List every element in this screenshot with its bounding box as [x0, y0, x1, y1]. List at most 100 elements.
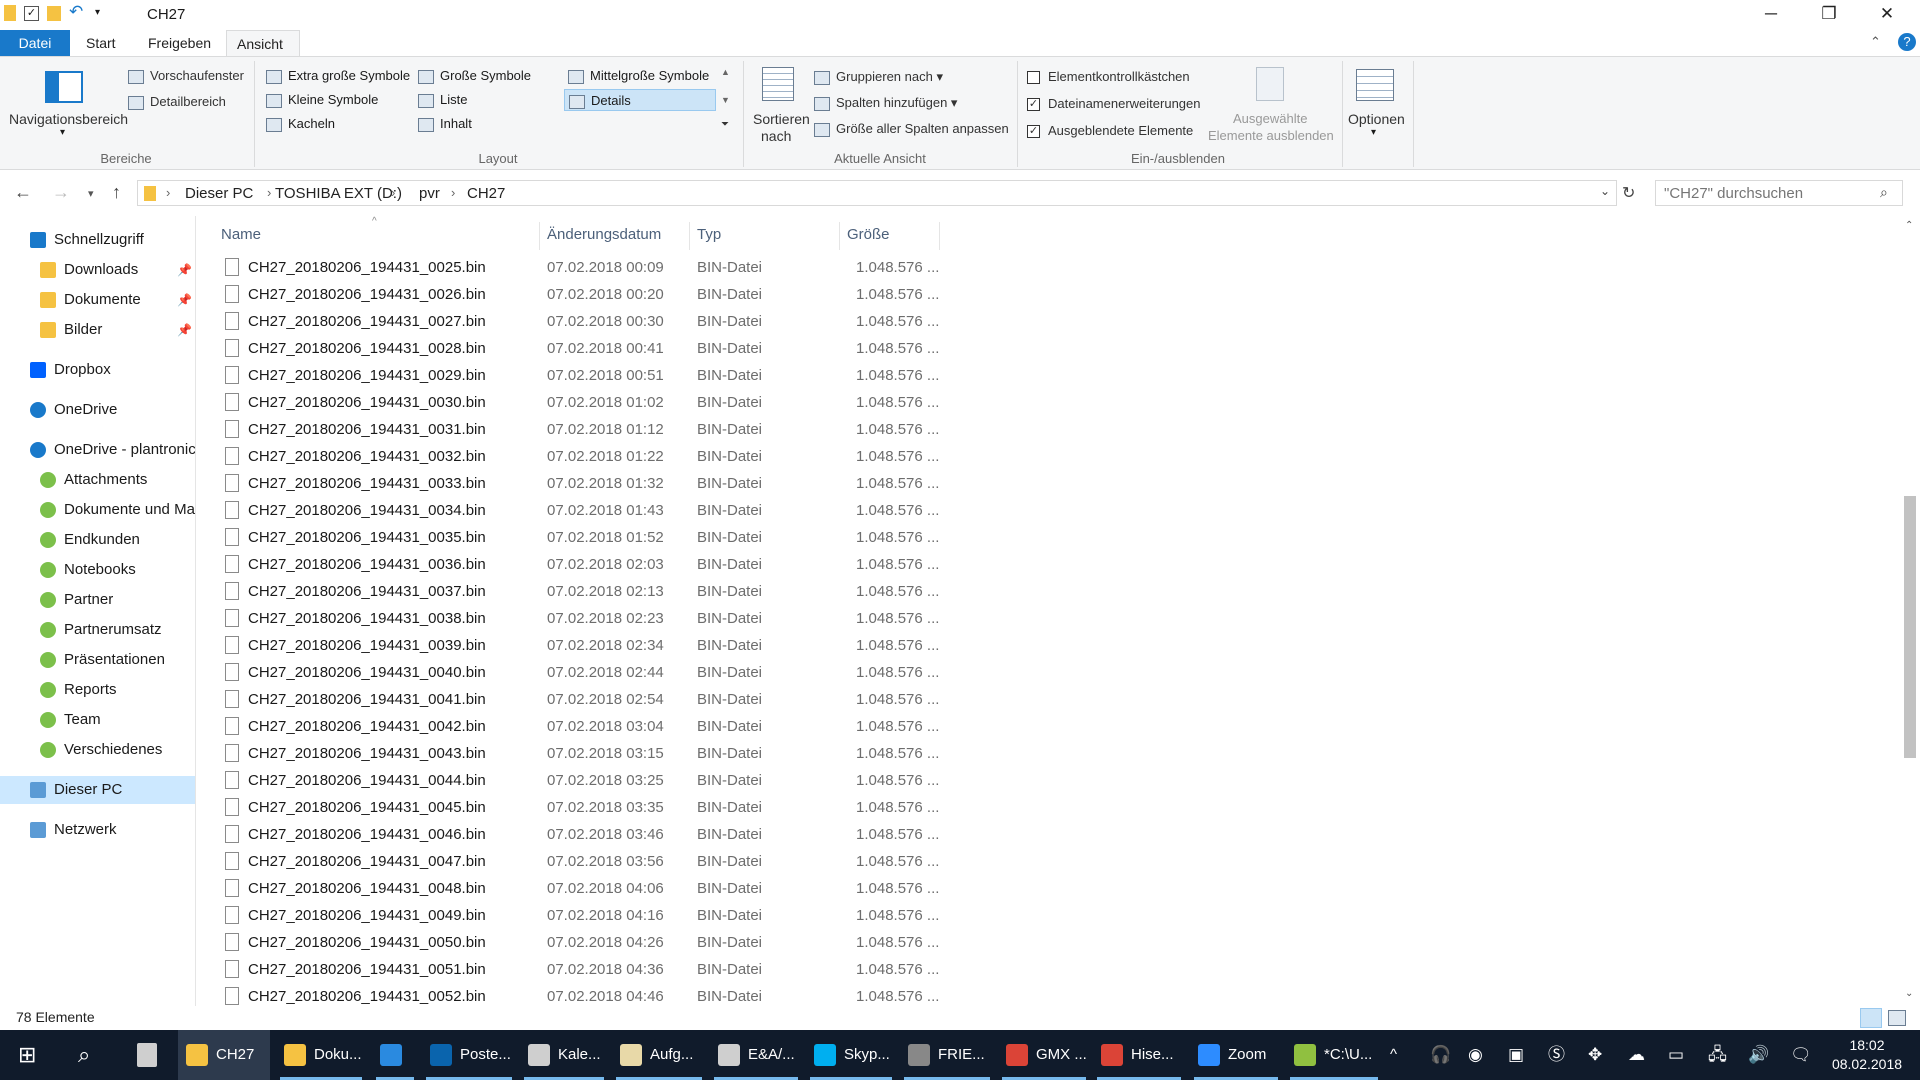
table-row[interactable]: CH27_20180206_194431_0041.bin 07.02.2018 …	[196, 686, 939, 713]
breadcrumb-ch27[interactable]: CH27	[467, 185, 505, 202]
column-header-name[interactable]: Name	[221, 221, 261, 249]
clock[interactable]: 18:02 08.02.2018	[1822, 1036, 1912, 1074]
taskbar-app-explorer-folder[interactable]: Doku...	[276, 1030, 366, 1080]
skype-tray-icon[interactable]: Ⓢ	[1548, 1030, 1565, 1080]
table-row[interactable]: CH27_20180206_194431_0036.bin 07.02.2018 …	[196, 551, 939, 578]
sidebar-item-verschiedenes[interactable]: Verschiedenes	[0, 736, 195, 764]
preview-pane-button[interactable]: Vorschaufenster	[128, 68, 244, 84]
sidebar-item-partner[interactable]: Partner	[0, 586, 195, 614]
item-checkboxes-toggle[interactable]: Elementkontrollkästchen	[1027, 69, 1190, 85]
headset-icon[interactable]: 🎧	[1430, 1030, 1451, 1080]
sidebar-item-attachments[interactable]: Attachments	[0, 466, 195, 494]
show-hidden-icons-icon[interactable]: ^	[1390, 1030, 1397, 1080]
taskbar-app-chrome[interactable]: Hise...	[1093, 1030, 1185, 1080]
layout-content[interactable]: Inhalt	[414, 113, 472, 135]
table-row[interactable]: CH27_20180206_194431_0027.bin 07.02.2018 …	[196, 308, 939, 335]
breadcrumb-dieser-pc[interactable]: Dieser PC	[185, 185, 253, 202]
new-folder-icon[interactable]	[47, 5, 61, 21]
table-row[interactable]: CH27_20180206_194431_0032.bin 07.02.2018 …	[196, 443, 939, 470]
column-separator[interactable]	[689, 222, 690, 250]
search-box[interactable]: ⌕	[1655, 180, 1903, 206]
group-by-button[interactable]: Gruppieren nach ▾	[814, 69, 943, 85]
windows-start-icon[interactable]: ⊞	[18, 1030, 36, 1080]
layout-medium-icons[interactable]: Mittelgroße Symbole	[564, 65, 709, 87]
forward-button[interactable]: →	[52, 182, 70, 203]
table-row[interactable]: CH27_20180206_194431_0042.bin 07.02.2018 …	[196, 713, 939, 740]
taskbar-app-chat-window[interactable]: FRIE...	[900, 1030, 994, 1080]
large-icons-view-icon[interactable]	[1888, 1010, 1906, 1026]
recent-locations-icon[interactable]: ▾	[88, 187, 94, 200]
taskbar-app-calendar[interactable]: Kale...	[520, 1030, 608, 1080]
sidebar-item-präsentationen[interactable]: Präsentationen	[0, 646, 195, 674]
table-row[interactable]: CH27_20180206_194431_0039.bin 07.02.2018 …	[196, 632, 939, 659]
layout-list[interactable]: Liste	[414, 89, 467, 111]
tab-ansicht[interactable]: Ansicht	[226, 30, 300, 56]
onedrive-tray-icon[interactable]: ☁	[1628, 1030, 1645, 1080]
table-row[interactable]: CH27_20180206_194431_0034.bin 07.02.2018 …	[196, 497, 939, 524]
volume-icon[interactable]: 🔊	[1748, 1030, 1769, 1080]
layout-more-icon[interactable]: ⏷	[721, 119, 729, 130]
collapse-ribbon-icon[interactable]: ⌃	[1870, 34, 1881, 50]
sidebar-item-dieser-pc[interactable]: Dieser PC	[0, 776, 195, 804]
table-row[interactable]: CH27_20180206_194431_0029.bin 07.02.2018 …	[196, 362, 939, 389]
sidebar-item-reports[interactable]: Reports	[0, 676, 195, 704]
file-extensions-toggle[interactable]: ✓ Dateinamenerweiterungen	[1027, 96, 1200, 112]
help-icon[interactable]: ?	[1898, 33, 1916, 51]
sidebar-item-netzwerk[interactable]: Netzwerk	[0, 816, 195, 844]
sidebar-item-dokumente[interactable]: Dokumente 📌	[0, 286, 195, 314]
taskbar-app-notepad-plus[interactable]: *C:\U...	[1286, 1030, 1382, 1080]
column-separator[interactable]	[939, 222, 940, 250]
customize-qat-icon[interactable]: ▾	[95, 4, 105, 22]
table-row[interactable]: CH27_20180206_194431_0033.bin 07.02.2018 …	[196, 470, 939, 497]
table-row[interactable]: CH27_20180206_194431_0050.bin 07.02.2018 …	[196, 929, 939, 956]
network-tray-icon[interactable]: 🖧	[1708, 1030, 1727, 1080]
notifications-icon[interactable]: 🗨	[1790, 1030, 1812, 1080]
taskbar-app-internet-explorer[interactable]	[372, 1030, 418, 1080]
table-row[interactable]: CH27_20180206_194431_0025.bin 07.02.2018 …	[196, 254, 939, 281]
layout-small-icons[interactable]: Kleine Symbole	[262, 89, 378, 111]
column-header-type[interactable]: Typ	[697, 221, 721, 249]
breadcrumb-chevron-icon[interactable]: ›	[166, 185, 170, 200]
sidebar-item-bilder[interactable]: Bilder 📌	[0, 316, 195, 344]
table-row[interactable]: CH27_20180206_194431_0045.bin 07.02.2018 …	[196, 794, 939, 821]
sidebar-item-schnellzugriff[interactable]: Schnellzugriff	[0, 226, 195, 254]
hide-selected-button[interactable]: Ausgewählte	[1233, 111, 1307, 126]
sidebar-item-dropbox[interactable]: Dropbox	[0, 356, 195, 384]
address-history-icon[interactable]: ⌄	[1600, 184, 1610, 198]
sidebar-item-onedrive[interactable]: OneDrive	[0, 396, 195, 424]
teams-icon[interactable]: ▣	[1508, 1030, 1524, 1080]
close-button[interactable]: ✕	[1858, 0, 1916, 30]
taskbar-app-outlook[interactable]: Poste...	[422, 1030, 516, 1080]
properties-icon[interactable]: ✓	[24, 5, 39, 21]
address-bar[interactable]: › Dieser PC › TOSHIBA EXT (D:) › pvr › C…	[137, 180, 1617, 206]
table-row[interactable]: CH27_20180206_194431_0028.bin 07.02.2018 …	[196, 335, 939, 362]
breadcrumb-chevron-icon[interactable]: ›	[267, 185, 271, 200]
sidebar-item-team[interactable]: Team	[0, 706, 195, 734]
taskbar-app-chrome[interactable]: GMX ...	[998, 1030, 1090, 1080]
options-button[interactable]: Optionen	[1348, 111, 1405, 127]
table-row[interactable]: CH27_20180206_194431_0030.bin 07.02.2018 …	[196, 389, 939, 416]
scrollbar-thumb[interactable]	[1904, 496, 1916, 758]
table-row[interactable]: CH27_20180206_194431_0047.bin 07.02.2018 …	[196, 848, 939, 875]
layout-scroll-down-icon[interactable]: ▼	[721, 95, 730, 105]
fit-columns-button[interactable]: Größe aller Spalten anpassen	[814, 121, 1009, 137]
up-button[interactable]: ↑	[112, 182, 121, 203]
search-icon[interactable]: ⌕	[1880, 184, 1888, 201]
battery-icon[interactable]: ▭	[1668, 1030, 1684, 1080]
breadcrumb-chevron-icon[interactable]: ›	[451, 185, 455, 200]
sidebar-item-endkunden[interactable]: Endkunden	[0, 526, 195, 554]
vertical-scrollbar[interactable]: ⌃ ⌄	[1900, 216, 1920, 1006]
layout-large-icons[interactable]: Große Symbole	[414, 65, 531, 87]
table-row[interactable]: CH27_20180206_194431_0031.bin 07.02.2018 …	[196, 416, 939, 443]
taskbar-app-skype[interactable]: Skyp...	[806, 1030, 896, 1080]
hidden-items-toggle[interactable]: ✓ Ausgeblendete Elemente	[1027, 123, 1193, 139]
sidebar-item-notebooks[interactable]: Notebooks	[0, 556, 195, 584]
breadcrumb-pvr[interactable]: pvr	[419, 185, 440, 202]
dropbox-tray-icon[interactable]: ✥	[1588, 1030, 1602, 1080]
sidebar-item-partnerumsatz[interactable]: Partnerumsatz	[0, 616, 195, 644]
sidebar-item-dokumente-und-ma[interactable]: Dokumente und Ma	[0, 496, 195, 524]
column-header-date[interactable]: Änderungsdatum	[547, 221, 661, 249]
sidebar-item-downloads[interactable]: Downloads 📌	[0, 256, 195, 284]
table-row[interactable]: CH27_20180206_194431_0026.bin 07.02.2018 …	[196, 281, 939, 308]
layout-details[interactable]: Details	[564, 89, 716, 111]
